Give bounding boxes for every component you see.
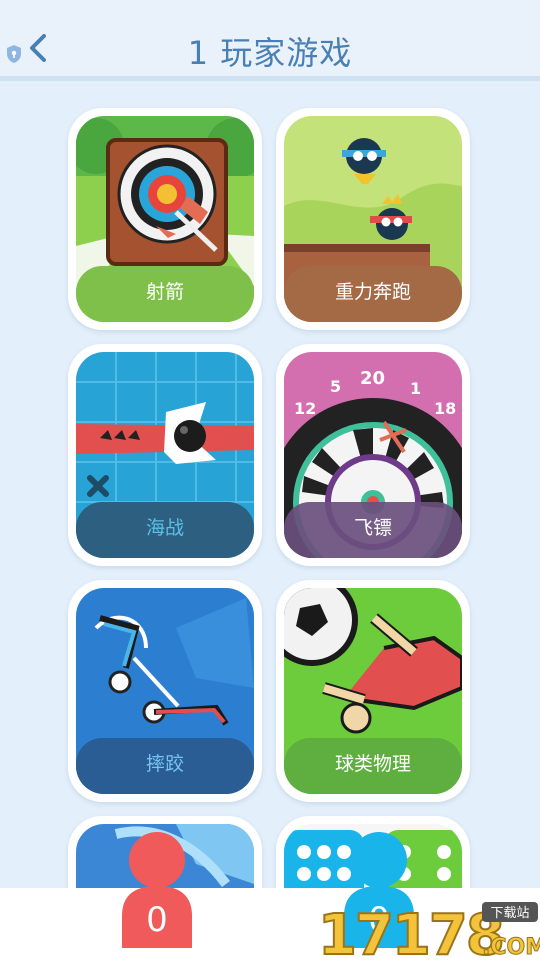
game-card-wrestling[interactable]: 摔跤 xyxy=(68,580,262,802)
game-label: 飞镖 xyxy=(284,502,462,558)
game-card-gravity-run[interactable]: 重力奔跑 xyxy=(276,108,470,330)
watermark-badge: 下载站 xyxy=(490,906,529,921)
svg-text:5: 5 xyxy=(330,377,341,396)
svg-text:1: 1 xyxy=(410,379,421,398)
game-label: 摔跤 xyxy=(76,738,254,794)
game-label: 射箭 xyxy=(76,266,254,322)
game-card-ball-physics[interactable]: 球类物理 xyxy=(276,580,470,802)
game-label: 重力奔跑 xyxy=(284,266,462,322)
player-red-count: 0 xyxy=(146,900,168,940)
svg-text:20: 20 xyxy=(360,368,385,389)
game-card-sea-battle[interactable]: 海战 xyxy=(68,344,262,566)
svg-text:18: 18 xyxy=(434,399,456,418)
watermark-logo: 17178 下载站 .COM xyxy=(316,896,540,960)
watermark-number: 17178 xyxy=(318,903,503,960)
svg-text:12: 12 xyxy=(294,399,316,418)
watermark-domain: .COM xyxy=(482,935,540,960)
page-title: 1 玩家游戏 xyxy=(187,34,353,72)
game-label: 球类物理 xyxy=(284,738,462,794)
game-card-archery[interactable]: 射箭 xyxy=(68,108,262,330)
game-label: 海战 xyxy=(76,502,254,558)
game-card-darts[interactable]: 12 5 20 1 18 飞镖 xyxy=(276,344,470,566)
player-red-button[interactable]: 0 xyxy=(118,832,196,948)
header-divider xyxy=(0,76,540,81)
